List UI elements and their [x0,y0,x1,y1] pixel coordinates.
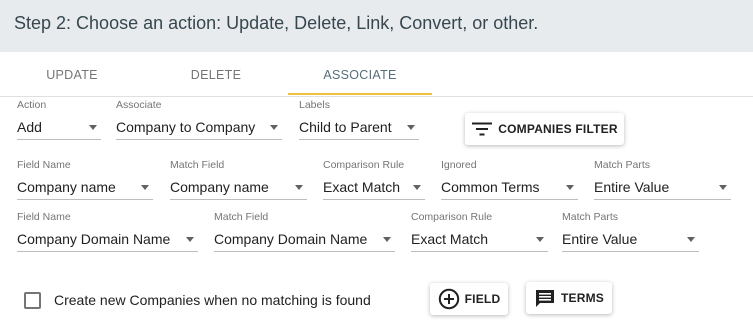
terms-label: TERMS [561,291,604,305]
tab-update[interactable]: UPDATE [0,52,144,97]
field-name-field-1: Field Name Company name [17,159,153,201]
comparison-rule-value: Exact Match [323,179,401,195]
match-field-value: Company Domain Name [214,231,368,247]
create-companies-label: Create new Companies when no matching is… [54,292,371,308]
labels-value: Child to Parent [299,119,392,135]
field-name-select[interactable]: Company name [17,176,153,200]
action-label: Action [17,99,47,111]
chevron-down-icon [141,185,149,190]
associate-select[interactable]: Company to Company [116,116,282,140]
add-field-button[interactable]: FIELD [430,283,508,315]
match-parts-select[interactable]: Entire Value [594,176,731,200]
chevron-down-icon [407,125,415,130]
match-parts-label: Match Parts [594,159,651,171]
associate-value: Company to Company [116,119,256,135]
field-name-value: Company name [17,179,116,195]
tab-associate[interactable]: ASSOCIATE [288,52,432,97]
active-tab-indicator [288,93,432,95]
match-field-select[interactable]: Company Domain Name [214,228,395,252]
comparison-rule-label: Comparison Rule [411,211,493,223]
match-parts-field-2: Match Parts Entire Value [562,211,699,253]
chevron-down-icon [687,237,695,242]
companies-filter-label: COMPANIES FILTER [498,122,618,136]
match-parts-select[interactable]: Entire Value [562,228,699,252]
chevron-down-icon [89,125,97,130]
field-name-label: Field Name [17,211,71,223]
match-field-1: Match Field Company name [170,159,307,201]
field-name-field-2: Field Name Company Domain Name [17,211,198,253]
companies-filter-button[interactable]: COMPANIES FILTER [465,113,624,145]
chevron-down-icon [719,185,727,190]
match-field-value: Company name [170,179,269,195]
filter-icon [471,121,493,137]
match-field-select[interactable]: Company name [170,176,307,200]
ignored-select[interactable]: Common Terms [441,176,578,200]
match-parts-field-1: Match Parts Entire Value [594,159,731,201]
ignored-label: Ignored [441,159,477,171]
chevron-down-icon [270,125,278,130]
chevron-down-icon [566,185,574,190]
labels-label: Labels [299,99,330,111]
chevron-down-icon [536,237,544,242]
associate-field: Associate Company to Company [116,99,282,141]
tab-delete[interactable]: DELETE [144,52,288,97]
match-field-label: Match Field [170,159,225,171]
comparison-rule-field-2: Comparison Rule Exact Match [411,211,548,253]
comparison-rule-field-1: Comparison Rule Exact Match [323,159,425,201]
add-circle-icon [438,288,460,310]
match-field-label: Match Field [214,211,269,223]
step-header: Step 2: Choose an action: Update, Delete… [0,0,753,52]
match-parts-label: Match Parts [562,211,619,223]
ignored-field: Ignored Common Terms [441,159,578,201]
chevron-down-icon [295,185,303,190]
action-select[interactable]: Add [17,116,101,140]
chevron-down-icon [186,237,194,242]
match-parts-value: Entire Value [594,179,670,195]
field-name-select[interactable]: Company Domain Name [17,228,198,252]
associate-label: Associate [116,99,162,111]
action-tabs: UPDATE DELETE ASSOCIATE [0,52,753,97]
comment-icon [534,287,556,309]
match-parts-value: Entire Value [562,231,638,247]
create-companies-checkbox[interactable] [24,291,41,309]
match-field-2: Match Field Company Domain Name [214,211,395,253]
ignored-value: Common Terms [441,179,540,195]
field-name-value: Company Domain Name [17,231,171,247]
comparison-rule-select[interactable]: Exact Match [323,176,425,200]
labels-field: Labels Child to Parent [299,99,419,141]
action-field: Action Add [17,99,101,141]
comparison-rule-value: Exact Match [411,231,489,247]
chevron-down-icon [383,237,391,242]
chevron-down-icon [413,185,421,190]
step-title: Step 2: Choose an action: Update, Delete… [14,13,539,33]
field-name-label: Field Name [17,159,71,171]
add-field-label: FIELD [464,292,501,306]
comparison-rule-label: Comparison Rule [323,159,405,171]
terms-button[interactable]: TERMS [526,282,612,314]
comparison-rule-select[interactable]: Exact Match [411,228,548,252]
create-companies-row: Create new Companies when no matching is… [24,290,371,310]
labels-select[interactable]: Child to Parent [299,116,419,140]
action-value: Add [17,119,42,135]
